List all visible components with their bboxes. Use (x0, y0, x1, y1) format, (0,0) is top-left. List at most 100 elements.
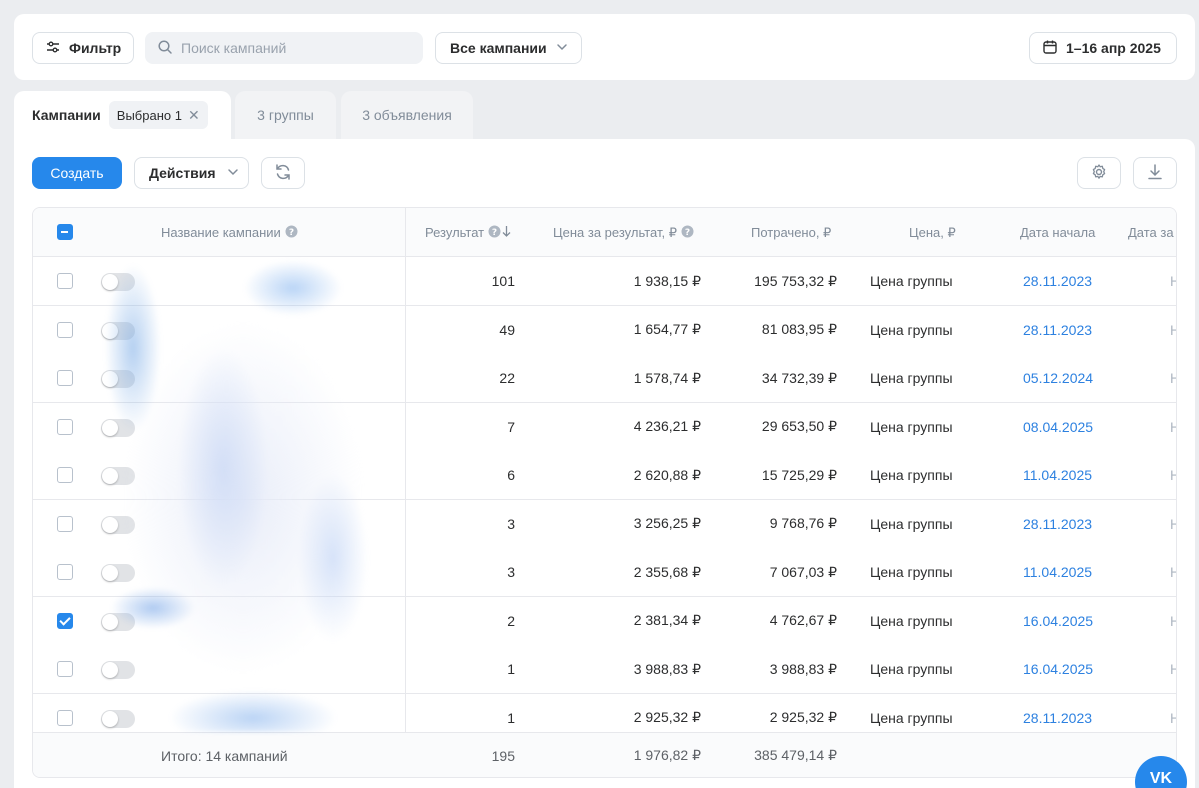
cell-price-per-result: 1 938,15 ₽ (633, 272, 701, 289)
cell-result: 2 (507, 612, 515, 629)
chevron-down-icon (555, 40, 569, 57)
cell-spent: 34 732,39 ₽ (761, 369, 837, 386)
footer-total-label: Итого: 14 кампаний (161, 747, 288, 764)
cell-result: 6 (507, 467, 515, 483)
row-checkbox[interactable] (57, 273, 73, 289)
row-checkbox[interactable] (57, 564, 73, 580)
row-checkbox[interactable] (57, 709, 73, 726)
cell-price-per-result: 2 620,88 ₽ (633, 466, 701, 483)
cell-price-per-result: 2 355,68 ₽ (633, 563, 701, 580)
cell-price-per-result: 1 654,77 ₽ (633, 321, 701, 337)
actions-label: Действия (149, 165, 216, 181)
cell-end-date: Н (1170, 597, 1176, 645)
cell-result: 49 (499, 321, 515, 338)
svg-text:?: ? (685, 228, 690, 238)
header-price-label: Цена, ₽ (909, 224, 956, 240)
cell-spent: 4 762,67 ₽ (769, 612, 837, 628)
all-campaigns-label: Все кампании (450, 40, 547, 56)
footer-result: 195 (491, 747, 515, 764)
close-icon[interactable]: ✕ (188, 107, 200, 124)
date-range-button[interactable]: 1–16 апр 2025 (1029, 32, 1177, 64)
row-checkbox[interactable] (57, 321, 73, 338)
header-result[interactable]: Результат ? (425, 208, 511, 257)
table-footer: Итого: 14 кампаний 195 1 976,82 ₽ 385 47… (33, 732, 1176, 777)
cell-result: 3 (507, 564, 515, 580)
cell-price: Цена группы (870, 321, 953, 338)
tab-campaigns[interactable]: Кампании Выбрано 1 ✕ (14, 91, 231, 139)
cell-start-date[interactable]: 11.04.2025 (1023, 451, 1092, 499)
cell-price-per-result: 2 381,34 ₽ (633, 612, 701, 628)
cell-price: Цена группы (870, 612, 953, 629)
search-input[interactable] (181, 40, 401, 56)
cell-price: Цена группы (870, 418, 953, 435)
help-icon[interactable]: ? (285, 225, 298, 241)
row-checkbox[interactable] (57, 467, 73, 483)
header-name-label: Название кампании (161, 225, 281, 240)
refresh-button[interactable] (261, 157, 305, 189)
header-price-per-result[interactable]: Цена за результат, ₽ ? (553, 208, 694, 257)
download-icon (1146, 163, 1164, 184)
cell-result: 3 (507, 515, 515, 532)
header-end-date[interactable]: Дата за (1128, 208, 1174, 257)
cell-spent: 81 083,95 ₽ (761, 321, 837, 337)
row-checkbox[interactable] (57, 370, 73, 386)
download-button[interactable] (1133, 157, 1177, 189)
cell-end-date: Н (1170, 548, 1176, 596)
cell-price: Цена группы (870, 661, 953, 677)
tab-groups-label: 3 группы (257, 107, 314, 123)
settings-button[interactable] (1077, 157, 1121, 189)
tab-ads-label: 3 объявления (362, 107, 452, 123)
calendar-icon (1042, 39, 1058, 58)
help-icon[interactable]: ? (681, 225, 694, 241)
cell-spent: 195 753,32 ₽ (754, 272, 837, 289)
selected-chip-label: Выбрано 1 (116, 107, 182, 123)
select-all-checkbox[interactable] (57, 224, 73, 240)
cell-start-date[interactable]: 16.04.2025 (1023, 597, 1093, 645)
cell-start-date[interactable]: 08.04.2025 (1023, 403, 1093, 451)
header-start-date-label: Дата начала (1020, 225, 1096, 240)
cell-end-date: Н (1170, 403, 1176, 451)
header-spent-label: Потрачено, ₽ (751, 224, 832, 240)
sort-down-icon[interactable] (502, 225, 511, 240)
row-checkbox[interactable] (57, 418, 73, 435)
header-start-date[interactable]: Дата начала (1020, 208, 1095, 257)
cell-price: Цена группы (870, 515, 953, 532)
cell-result: 7 (507, 418, 515, 435)
row-checkbox[interactable] (57, 661, 73, 677)
header-end-date-label: Дата за (1128, 225, 1174, 240)
create-button[interactable]: Создать (32, 157, 122, 189)
cell-price-per-result: 1 578,74 ₽ (633, 369, 701, 386)
cell-spent: 15 725,29 ₽ (761, 466, 837, 483)
search-field[interactable] (145, 32, 423, 64)
filter-icon (45, 39, 61, 58)
cell-start-date[interactable]: 11.04.2025 (1023, 548, 1092, 596)
filter-label: Фильтр (69, 40, 122, 56)
cell-price-per-result: 3 256,25 ₽ (633, 515, 701, 531)
tab-groups[interactable]: 3 группы (235, 91, 336, 139)
filter-button[interactable]: Фильтр (32, 32, 134, 64)
cell-result: 1 (507, 661, 515, 677)
cell-end-date: Н (1170, 257, 1176, 305)
all-campaigns-select[interactable]: Все кампании (435, 32, 582, 64)
cell-start-date[interactable]: 28.11.2023 (1023, 500, 1092, 548)
search-icon (157, 39, 173, 58)
cell-result: 22 (499, 370, 515, 386)
campaigns-table: Название кампании ? Результат ? Цена за … (32, 207, 1177, 778)
actions-dropdown[interactable]: Действия (134, 157, 249, 189)
row-checkbox[interactable] (57, 612, 73, 629)
header-name[interactable]: Название кампании ? (161, 208, 298, 257)
cell-start-date[interactable]: 28.11.2023 (1023, 306, 1092, 354)
cell-start-date[interactable]: 16.04.2025 (1023, 645, 1093, 693)
tab-ads[interactable]: 3 объявления (341, 91, 473, 139)
gear-icon (1090, 163, 1108, 184)
cell-end-date: Н (1170, 500, 1176, 548)
refresh-icon (273, 162, 293, 185)
header-price[interactable]: Цена, ₽ (909, 208, 956, 257)
row-checkbox[interactable] (57, 515, 73, 532)
header-spent[interactable]: Потрачено, ₽ (751, 208, 831, 257)
footer-spent: 385 479,14 ₽ (754, 747, 837, 763)
cell-start-date[interactable]: 05.12.2024 (1023, 354, 1093, 402)
cell-start-date[interactable]: 28.11.2023 (1023, 257, 1092, 305)
top-toolbar: Фильтр Все кампании 1–16 апр 2025 (14, 14, 1195, 80)
help-icon[interactable]: ? (488, 225, 501, 241)
